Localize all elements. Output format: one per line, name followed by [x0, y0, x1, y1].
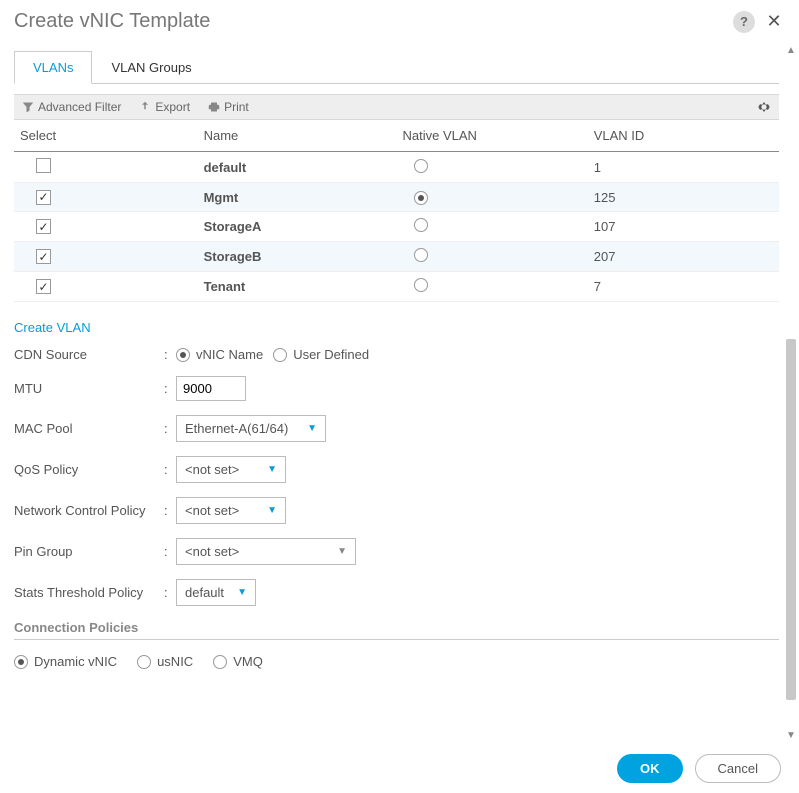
native-vlan-radio[interactable]: [414, 248, 428, 262]
stats-value: default: [185, 585, 224, 600]
advanced-filter-button[interactable]: Advanced Filter: [22, 100, 121, 114]
pingroup-value: <not set>: [185, 544, 239, 559]
col-native[interactable]: Native VLAN: [396, 120, 587, 152]
export-button[interactable]: Export: [139, 100, 190, 114]
native-vlan-radio[interactable]: [414, 191, 428, 205]
vlan-id: 1: [588, 152, 779, 183]
filter-icon: [22, 101, 34, 113]
print-label: Print: [224, 100, 249, 114]
vlan-name: StorageA: [198, 212, 397, 242]
chevron-down-icon: ▼: [267, 464, 277, 475]
chevron-down-icon: ▼: [307, 423, 317, 434]
conn-dynamic-radio[interactable]: Dynamic vNIC: [14, 654, 117, 669]
stats-select[interactable]: default ▼: [176, 579, 256, 606]
table-row: Tenant 7: [14, 272, 779, 302]
tab-bar: VLANs VLAN Groups: [14, 50, 779, 84]
vlan-name: Tenant: [198, 272, 397, 302]
vlan-name: Mgmt: [198, 183, 397, 212]
export-icon: [139, 101, 151, 113]
radio-icon: [213, 655, 227, 669]
cdn-vnicname-label: vNIC Name: [196, 347, 263, 362]
scroll-thumb[interactable]: [786, 339, 796, 700]
table-row: StorageA 107: [14, 212, 779, 242]
pingroup-select[interactable]: <not set> ▼: [176, 538, 356, 565]
tab-vlans[interactable]: VLANs: [14, 51, 92, 84]
vlan-id: 125: [588, 183, 779, 212]
mac-pool-value: Ethernet-A(61/64): [185, 421, 288, 436]
col-vlanid[interactable]: VLAN ID: [588, 120, 779, 152]
conn-usnic-radio[interactable]: usNIC: [137, 654, 193, 669]
stats-label: Stats Threshold Policy: [14, 585, 164, 600]
dialog-title: Create vNIC Template: [14, 10, 210, 33]
cancel-button[interactable]: Cancel: [695, 754, 781, 783]
vlan-table: Select Name Native VLAN VLAN ID default 1…: [14, 120, 779, 302]
ok-button[interactable]: OK: [617, 754, 683, 783]
close-icon[interactable]: ✕: [763, 11, 785, 33]
vlan-id: 107: [588, 212, 779, 242]
cdn-vnicname-radio[interactable]: vNIC Name: [176, 347, 263, 362]
conn-usnic-label: usNIC: [157, 654, 193, 669]
mtu-label: MTU: [14, 381, 164, 396]
radio-icon: [14, 655, 28, 669]
scroll-track[interactable]: [783, 58, 799, 727]
print-icon: [208, 101, 220, 113]
conn-dynamic-label: Dynamic vNIC: [34, 654, 117, 669]
native-vlan-radio[interactable]: [414, 218, 428, 232]
netctrl-value: <not set>: [185, 503, 239, 518]
col-select[interactable]: Select: [14, 120, 198, 152]
qos-label: QoS Policy: [14, 462, 164, 477]
select-checkbox[interactable]: [36, 279, 51, 294]
pingroup-label: Pin Group: [14, 544, 164, 559]
radio-icon: [273, 348, 287, 362]
chevron-down-icon: ▼: [237, 587, 247, 598]
mac-pool-select[interactable]: Ethernet-A(61/64) ▼: [176, 415, 326, 442]
select-checkbox[interactable]: [36, 219, 51, 234]
scroll-up-icon[interactable]: ▲: [783, 42, 799, 58]
scrollbar[interactable]: ▲ ▼: [783, 42, 799, 743]
radio-icon: [176, 348, 190, 362]
table-row: default 1: [14, 152, 779, 183]
advanced-filter-label: Advanced Filter: [38, 100, 121, 114]
chevron-down-icon: ▼: [337, 546, 347, 557]
conn-vmq-label: VMQ: [233, 654, 263, 669]
create-vlan-link[interactable]: Create VLAN: [14, 320, 91, 335]
help-icon[interactable]: ?: [733, 11, 755, 33]
cdn-userdef-radio[interactable]: User Defined: [273, 347, 369, 362]
vlan-name: StorageB: [198, 242, 397, 272]
col-name[interactable]: Name: [198, 120, 397, 152]
gear-icon[interactable]: [757, 100, 771, 114]
mac-pool-label: MAC Pool: [14, 421, 164, 436]
conn-vmq-radio[interactable]: VMQ: [213, 654, 263, 669]
vlan-name: default: [198, 152, 397, 183]
radio-icon: [137, 655, 151, 669]
print-button[interactable]: Print: [208, 100, 249, 114]
select-checkbox[interactable]: [36, 190, 51, 205]
qos-select[interactable]: <not set> ▼: [176, 456, 286, 483]
select-checkbox[interactable]: [36, 249, 51, 264]
native-vlan-radio[interactable]: [414, 278, 428, 292]
export-label: Export: [155, 100, 190, 114]
netctrl-select[interactable]: <not set> ▼: [176, 497, 286, 524]
chevron-down-icon: ▼: [267, 505, 277, 516]
scroll-down-icon[interactable]: ▼: [783, 727, 799, 743]
cdn-userdef-label: User Defined: [293, 347, 369, 362]
table-row: Mgmt 125: [14, 183, 779, 212]
qos-value: <not set>: [185, 462, 239, 477]
cdn-source-label: CDN Source: [14, 347, 164, 362]
connection-policies-title: Connection Policies: [14, 620, 779, 640]
select-checkbox[interactable]: [36, 158, 51, 173]
tab-vlan-groups[interactable]: VLAN Groups: [92, 51, 210, 84]
vlan-id: 207: [588, 242, 779, 272]
table-row: StorageB 207: [14, 242, 779, 272]
vlan-id: 7: [588, 272, 779, 302]
native-vlan-radio[interactable]: [414, 159, 428, 173]
netctrl-label: Network Control Policy: [14, 503, 164, 518]
table-toolbar: Advanced Filter Export Print: [14, 94, 779, 120]
mtu-input[interactable]: [176, 376, 246, 401]
